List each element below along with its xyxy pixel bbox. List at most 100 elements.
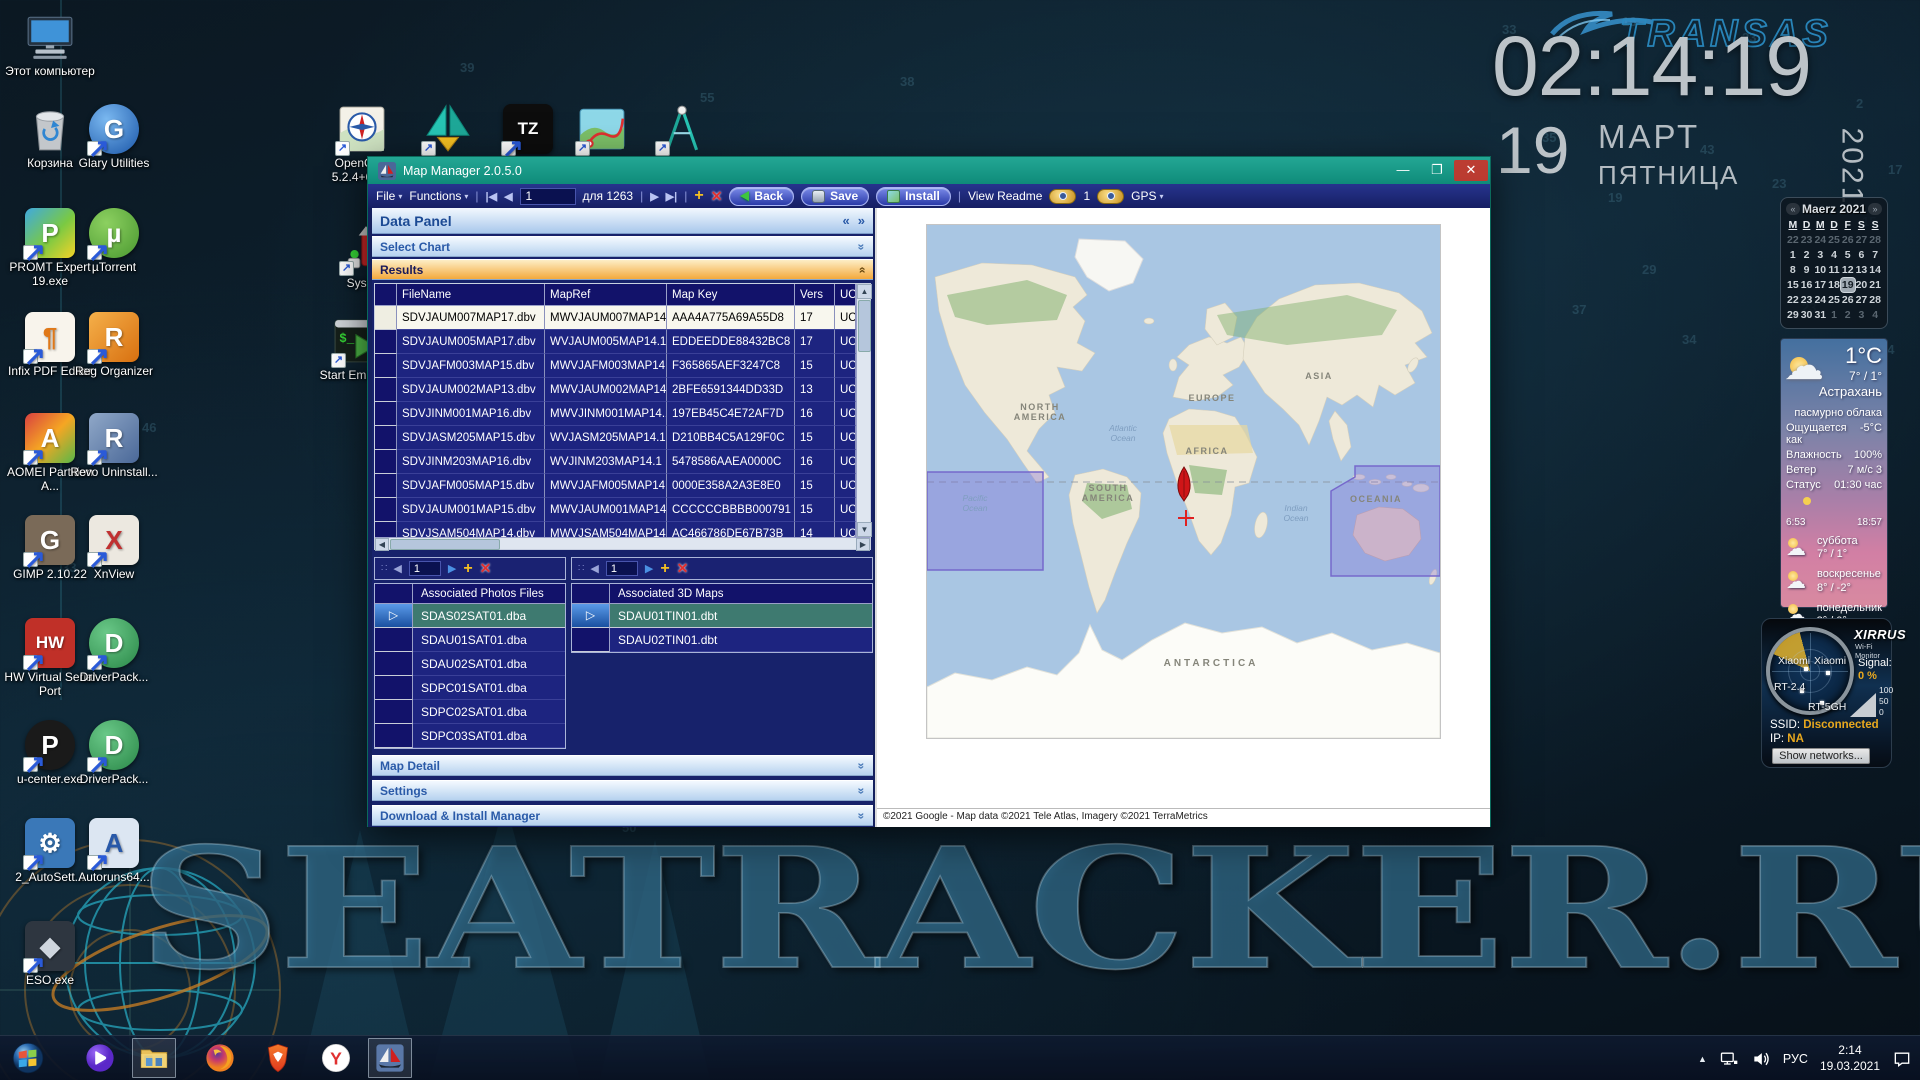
results-row[interactable]: SDVJAUM007MAP17.dbvMWVJAUM007MAP14.1AAA4… (375, 306, 856, 330)
zoom-out-pill-icon[interactable] (1049, 189, 1076, 204)
calendar-day[interactable]: 22 (1786, 293, 1800, 307)
calendar-day[interactable]: 20 (1855, 278, 1869, 292)
calendar-day[interactable]: 28 (1868, 233, 1882, 247)
nav-next-button[interactable]: ▶ (650, 190, 658, 203)
desktop-icon-revo-uninstall[interactable]: R↗Revo Uninstall... (64, 413, 164, 480)
back-button[interactable]: Back (729, 187, 794, 206)
calendar-day[interactable]: 23 (1800, 233, 1814, 247)
column-header[interactable] (375, 284, 397, 305)
column-header[interactable]: UC (835, 284, 856, 305)
results-row[interactable]: SDVJAUM005MAP17.dbvWVJAUM005MAP14.1EDDEE… (375, 330, 856, 354)
desktop-icon-driverpack[interactable]: D↗DriverPack... (64, 618, 164, 685)
calendar-day[interactable]: 27 (1855, 293, 1869, 307)
calendar-day[interactable]: 12 (1841, 263, 1855, 277)
calendar-day[interactable]: 25 (1827, 233, 1841, 247)
hscrollbar-thumb[interactable] (390, 539, 500, 550)
calendar-day[interactable]: 1 (1786, 248, 1800, 262)
tray-clock[interactable]: 2:14 19.03.2021 (1820, 1043, 1880, 1074)
results-row[interactable]: SDVJAFM005MAP15.dbvMWVJAFM005MAP14.10000… (375, 474, 856, 498)
results-row[interactable]: SDVJAUM002MAP13.dbvMWVJAUM002MAP14.12BFE… (375, 378, 856, 402)
map3d-row[interactable]: ▷SDAU01TIN01.dbt (572, 604, 872, 628)
photo-row[interactable]: SDPC03SAT01.dba (375, 724, 565, 748)
results-row[interactable]: SDVJASM205MAP15.dbvWVJASM205MAP14.1D210B… (375, 426, 856, 450)
add-record-button[interactable]: + (694, 187, 703, 205)
maps3d-delete-button[interactable]: ✕ (677, 560, 689, 577)
minimize-button[interactable]: — (1386, 160, 1420, 181)
zoom-in-pill-icon[interactable] (1097, 189, 1124, 204)
calendar-day[interactable]: 8 (1786, 263, 1800, 277)
calendar-day[interactable]: 23 (1800, 293, 1814, 307)
volume-icon[interactable] (1751, 1049, 1771, 1069)
calendar-day[interactable]: 4 (1868, 308, 1882, 322)
nav-prev-button[interactable]: ◀ (504, 190, 512, 203)
results-row[interactable]: SDVJSAM504MAP14.dbvMWVJSAM504MAP14.1AC46… (375, 522, 856, 537)
calendar-day[interactable]: 2 (1800, 248, 1814, 262)
nav-last-button[interactable]: ▶| (666, 190, 678, 203)
calendar-day[interactable]: 30 (1800, 308, 1814, 322)
gps-menu[interactable]: GPS▾ (1131, 189, 1163, 203)
photo-row[interactable]: SDAU01SAT01.dba (375, 628, 565, 652)
tray-expand-icon[interactable]: ▲ (1698, 1054, 1707, 1064)
show-networks-button[interactable]: Show networks... (1772, 748, 1870, 764)
calendar-day[interactable]: 6 (1855, 248, 1869, 262)
section-settings[interactable]: Settings» (372, 780, 873, 801)
column-header[interactable]: Vers (795, 284, 835, 305)
column-header[interactable]: MapRef (545, 284, 667, 305)
calendar-next-button[interactable]: » (1868, 203, 1882, 215)
column-header[interactable]: FileName (397, 284, 545, 305)
save-button[interactable]: Save (801, 187, 869, 206)
results-row[interactable]: SDVJAFM003MAP15.dbvMWVJAFM003MAP14.1F365… (375, 354, 856, 378)
desktop-icon-autoruns64[interactable]: A↗Autoruns64... (64, 818, 164, 885)
calendar-day[interactable]: 26 (1841, 233, 1855, 247)
alisa-taskbar-icon[interactable] (82, 1040, 118, 1076)
calendar-day[interactable]: 2 (1841, 308, 1855, 322)
view-readme-button[interactable]: View Readme (968, 189, 1042, 203)
calendar-day[interactable]: 18 (1827, 278, 1841, 292)
panel-expand-icon[interactable]: » (858, 213, 865, 228)
photo-row[interactable]: SDPC02SAT01.dba (375, 700, 565, 724)
calendar-day[interactable]: 22 (1786, 233, 1800, 247)
desktop-icon-driverpack[interactable]: D↗DriverPack... (64, 720, 164, 787)
photo-row[interactable]: SDAU02SAT01.dba (375, 652, 565, 676)
calendar-day[interactable]: 5 (1841, 248, 1855, 262)
calendar-day[interactable]: 28 (1868, 293, 1882, 307)
calendar-day[interactable]: 27 (1855, 233, 1869, 247)
calendar-day[interactable]: 24 (1813, 293, 1827, 307)
maps3d-next-icon[interactable]: ▶ (645, 562, 653, 575)
scroll-left-icon[interactable]: ◀ (375, 538, 389, 551)
desktop-icon-eso-exe[interactable]: ◆↗ESO.exe (0, 921, 100, 988)
chart-region-oceania[interactable] (1331, 466, 1440, 576)
calendar-day[interactable]: 26 (1841, 293, 1855, 307)
section-map-detail[interactable]: Map Detail» (372, 755, 873, 776)
map3d-row[interactable]: SDAU02TIN01.dbt (572, 628, 872, 652)
calendar-day[interactable]: 3 (1855, 308, 1869, 322)
maps3d-add-button[interactable]: + (660, 560, 669, 578)
calendar-day[interactable]: 31 (1813, 308, 1827, 322)
menu-file[interactable]: File▾ (376, 189, 402, 203)
desktop-icon-этот-компьютер[interactable]: Этот компьютер (0, 12, 100, 79)
firefox-taskbar-icon[interactable] (202, 1040, 238, 1076)
calendar-day[interactable]: 11 (1827, 263, 1841, 277)
scrollbar-thumb[interactable] (858, 300, 871, 352)
horizontal-scrollbar[interactable]: ◀ ▶ (375, 537, 870, 549)
desktop-icon-xnview[interactable]: X↗XnView (64, 515, 164, 582)
photo-row[interactable]: SDPC01SAT01.dba (375, 676, 565, 700)
calendar-prev-button[interactable]: « (1786, 203, 1800, 215)
calendar-day[interactable]: 19 (1841, 278, 1855, 292)
brave-taskbar-icon[interactable] (260, 1040, 296, 1076)
panel-collapse-icon[interactable]: « (843, 213, 850, 228)
world-map[interactable]: NORTHAMERICASOUTHAMERICAEUROPEAFRICAASIA… (926, 224, 1441, 739)
photos-delete-button[interactable]: ✕ (480, 560, 492, 577)
desktop-icon-torrent[interactable]: µ↗µTorrent (64, 208, 164, 275)
calendar-day[interactable]: 16 (1800, 278, 1814, 292)
delete-record-button[interactable]: ✕ (711, 188, 723, 205)
start-button[interactable] (10, 1040, 46, 1076)
install-button[interactable]: Install (876, 187, 951, 206)
calendar-day[interactable]: 21 (1868, 278, 1882, 292)
section-results[interactable]: Results» (372, 259, 873, 280)
calendar-day[interactable]: 7 (1868, 248, 1882, 262)
photos-page-input[interactable]: 1 (409, 561, 441, 576)
record-number-input[interactable]: 1 (520, 188, 576, 205)
column-header[interactable]: Map Key (667, 284, 795, 305)
desktop-icon-reg-organizer[interactable]: R↗Reg Organizer (64, 312, 164, 379)
